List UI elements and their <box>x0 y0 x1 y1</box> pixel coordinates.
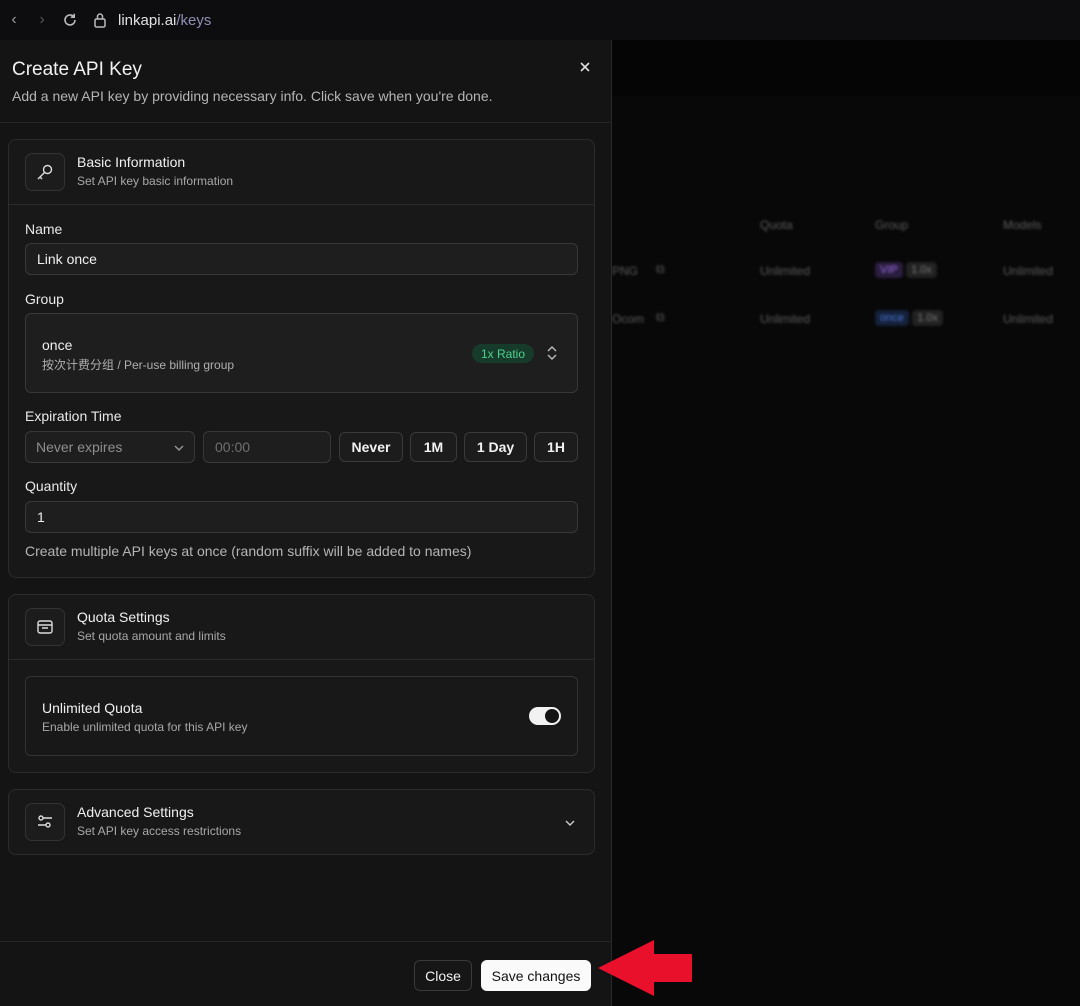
section-title: Advanced Settings <box>77 804 194 820</box>
advanced-settings-header[interactable]: Advanced Settings Set API key access res… <box>9 790 594 855</box>
name-label: Name <box>25 221 63 237</box>
one-day-button[interactable]: 1 Day <box>464 432 527 462</box>
row-models: Unlimited <box>1003 264 1054 278</box>
table-row: Ocom ⧉ Unlimited once 1.0x Unlimited <box>612 308 1080 356</box>
quota-settings-header: Quota Settings Set quota amount and limi… <box>9 595 594 660</box>
row-models: Unlimited <box>1003 312 1054 326</box>
unlimited-quota-description: Enable unlimited quota for this API key <box>42 720 248 734</box>
address-bar[interactable]: linkapi.ai/keys <box>118 12 211 29</box>
create-api-key-dialog: Create API Key Add a new API key by prov… <box>0 40 612 1006</box>
row-name: Ocom <box>612 312 645 326</box>
name-input[interactable]: Link once <box>25 243 578 275</box>
basic-information-section: Basic Information Set API key basic info… <box>8 139 595 578</box>
dialog-footer: Close Save changes <box>0 941 612 1006</box>
expiration-select[interactable]: Never expires <box>25 431 195 463</box>
wallet-icon <box>25 608 65 646</box>
unlimited-quota-title: Unlimited Quota <box>42 700 143 716</box>
section-subtitle: Set quota amount and limits <box>77 629 226 643</box>
never-button[interactable]: Never <box>339 432 403 462</box>
expiration-select-value: Never expires <box>36 439 123 455</box>
section-title: Basic Information <box>77 154 186 170</box>
dialog-description: Add a new API key by providing necessary… <box>12 88 493 104</box>
lock-icon[interactable] <box>88 12 112 28</box>
toggle-knob <box>545 709 559 723</box>
dialog-title: Create API Key <box>12 59 142 80</box>
background-page: Quota Group Models PNG ⧉ Unlimited VIP 1… <box>612 40 1080 1006</box>
one-hour-button[interactable]: 1H <box>534 432 578 462</box>
group-description: 按次计费分组 / Per-use billing group <box>42 358 235 372</box>
row-quota: Unlimited <box>760 312 811 326</box>
column-header-quota: Quota <box>760 218 793 232</box>
column-header-group: Group <box>875 218 909 232</box>
unlimited-quota-card: Unlimited Quota Enable unlimited quota f… <box>25 676 578 756</box>
quantity-help-text: Create multiple API keys at once (random… <box>25 543 472 559</box>
chevrons-up-down-icon <box>545 345 559 361</box>
save-changes-button[interactable]: Save changes <box>481 960 591 991</box>
close-button[interactable]: Close <box>414 960 472 991</box>
row-name: PNG <box>612 264 639 278</box>
annotation-arrow-icon <box>598 940 692 996</box>
background-table: Quota Group Models PNG ⧉ Unlimited VIP 1… <box>612 210 1080 356</box>
forward-icon[interactable]: › <box>28 11 56 29</box>
section-subtitle: Set API key basic information <box>77 174 234 188</box>
reload-icon[interactable] <box>56 12 84 28</box>
copy-icon: ⧉ <box>656 310 665 324</box>
section-subtitle: Set API key access restrictions <box>77 824 242 838</box>
table-row: PNG ⧉ Unlimited VIP 1.0x Unlimited <box>612 260 1080 308</box>
group-name: once <box>42 337 73 353</box>
chevron-down-icon <box>173 441 185 457</box>
column-header-models: Models <box>1003 218 1042 232</box>
browser-toolbar: ‹ › linkapi.ai/keys <box>0 0 1080 40</box>
quota-settings-section: Quota Settings Set quota amount and limi… <box>8 594 595 773</box>
group-label: Group <box>25 291 64 307</box>
key-icon <box>25 153 65 191</box>
group-select[interactable]: once 按次计费分组 / Per-use billing group 1x R… <box>25 313 578 393</box>
quantity-label: Quantity <box>25 478 78 494</box>
section-title: Quota Settings <box>77 609 170 625</box>
dialog-header: Create API Key Add a new API key by prov… <box>0 40 612 123</box>
basic-information-header: Basic Information Set API key basic info… <box>9 140 594 205</box>
sliders-icon <box>25 803 65 841</box>
row-quota: Unlimited <box>760 264 811 278</box>
close-icon[interactable] <box>574 56 596 78</box>
chevron-down-icon[interactable] <box>564 816 576 834</box>
quantity-input[interactable]: 1 <box>25 501 578 533</box>
time-input[interactable]: 00:00 <box>203 431 331 463</box>
advanced-settings-section[interactable]: Advanced Settings Set API key access res… <box>8 789 595 855</box>
back-icon[interactable]: ‹ <box>0 11 28 29</box>
unlimited-quota-toggle[interactable] <box>529 707 561 725</box>
one-month-button[interactable]: 1M <box>410 432 457 462</box>
expiration-label: Expiration Time <box>25 408 122 424</box>
group-badge: VIP 1.0x <box>875 262 937 278</box>
background-header <box>612 40 1080 96</box>
group-badge: once 1.0x <box>875 310 943 326</box>
copy-icon: ⧉ <box>656 262 665 276</box>
ratio-badge: 1x Ratio <box>472 344 535 363</box>
table-header-row: Quota Group Models <box>612 210 1080 240</box>
